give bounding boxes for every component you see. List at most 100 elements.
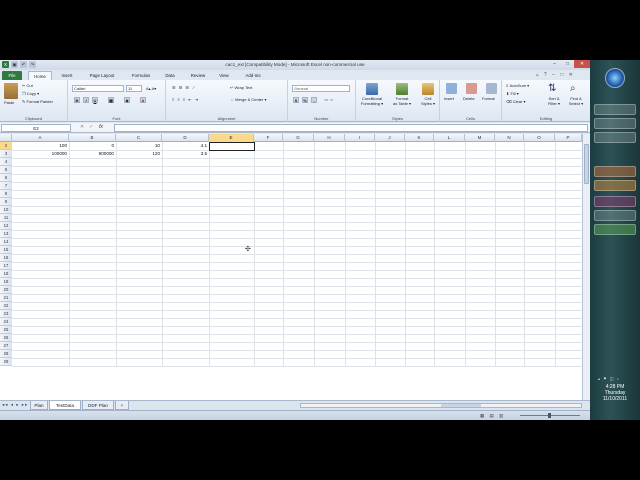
row-header[interactable]: 18	[0, 270, 12, 278]
sheet-tab-testdata[interactable]: TestData	[49, 401, 81, 410]
col-header-c[interactable]: C	[116, 134, 162, 142]
clear-button[interactable]: ⌫ Clear ▾	[506, 99, 525, 104]
cell-b2[interactable]: 0	[69, 142, 116, 150]
horizontal-scrollbar[interactable]	[300, 403, 582, 408]
tab-view[interactable]: View	[214, 71, 234, 80]
name-box[interactable]: E2	[1, 124, 71, 132]
cell-d3[interactable]: 3.5	[162, 150, 209, 158]
row-header[interactable]: 25	[0, 326, 12, 334]
row-header[interactable]: 17	[0, 262, 12, 270]
cell-b3[interactable]: 900000	[69, 150, 116, 158]
tab-formulas[interactable]: Formulas	[126, 71, 156, 80]
paste-button[interactable]: Paste	[4, 100, 14, 105]
cell-styles-button[interactable]: Cell Styles ▾	[416, 96, 440, 106]
row-header[interactable]: 4	[0, 158, 12, 166]
taskbar-item[interactable]	[594, 196, 636, 207]
col-header-a[interactable]: A	[12, 134, 69, 142]
taskbar-excel-icon[interactable]	[594, 224, 636, 235]
grow-shrink-font-icon[interactable]: A▴ A▾	[146, 86, 156, 91]
worksheet-grid[interactable]: A B C D E F G H I J K L M N O P 2 3 4 5 …	[0, 134, 582, 420]
font-size-select[interactable]: 11	[126, 85, 142, 92]
number-format-select[interactable]: General	[292, 85, 350, 92]
system-clock[interactable]: 4:28 PM Thursday 11/10/2011	[590, 384, 640, 402]
paste-icon[interactable]	[4, 83, 18, 99]
col-header-b[interactable]: B	[69, 134, 116, 142]
scroll-thumb[interactable]	[584, 144, 589, 184]
row-header[interactable]: 14	[0, 238, 12, 246]
row-header[interactable]: 15	[0, 246, 12, 254]
taskbar-item[interactable]	[594, 118, 636, 129]
row-header[interactable]: 6	[0, 174, 12, 182]
underline-button[interactable]: U	[92, 97, 98, 103]
vertical-scrollbar[interactable]	[582, 134, 590, 420]
taskbar-item[interactable]	[594, 104, 636, 115]
help-icon[interactable]: ▵ ? – □ ✕	[536, 72, 575, 78]
active-cell-e2[interactable]	[209, 142, 255, 151]
col-header-m[interactable]: M	[465, 134, 495, 142]
insert-function-icon[interactable]: fx	[99, 124, 103, 130]
cut-button[interactable]: ✂ Cut	[22, 83, 33, 88]
row-header[interactable]: 9	[0, 198, 12, 206]
col-header-l[interactable]: L	[434, 134, 465, 142]
new-sheet-icon[interactable]: ✧	[115, 401, 129, 410]
row-header[interactable]: 5	[0, 166, 12, 174]
row-header[interactable]: 27	[0, 342, 12, 350]
wrap-text-button[interactable]: ↵ Wrap Text	[230, 85, 252, 90]
font-name-select[interactable]: Calibri	[72, 85, 124, 92]
tab-insert[interactable]: Insert	[56, 71, 78, 80]
copy-button[interactable]: ❐ Copy ▾	[22, 91, 39, 96]
row-header[interactable]: 2	[0, 142, 12, 150]
decimal-icons[interactable]: ⁺⁰ ⁻⁰	[324, 98, 333, 103]
row-header[interactable]: 8	[0, 190, 12, 198]
minimize-button[interactable]: –	[548, 60, 561, 68]
find-select-button[interactable]: Find & Select ▾	[565, 96, 587, 106]
row-header[interactable]: 21	[0, 294, 12, 302]
col-header-h[interactable]: H	[314, 134, 345, 142]
font-color-icon[interactable]: A	[140, 97, 146, 103]
sheet-tab-ddf-plan[interactable]: DDF Plan	[82, 401, 114, 410]
row-header[interactable]: 28	[0, 350, 12, 358]
fill-color-icon[interactable]: ◈	[124, 97, 130, 103]
format-as-table-button[interactable]: Format as Table ▾	[388, 96, 416, 106]
row-header[interactable]: 13	[0, 230, 12, 238]
col-header-o[interactable]: O	[524, 134, 555, 142]
h-scroll-thumb[interactable]	[441, 404, 481, 407]
start-button-icon[interactable]	[605, 68, 625, 88]
row-header[interactable]: 22	[0, 302, 12, 310]
col-header-g[interactable]: G	[283, 134, 314, 142]
italic-button[interactable]: I	[83, 97, 89, 103]
sheet-nav-icons[interactable]: ◂◂ ◂ ▸ ▸▸	[2, 402, 28, 408]
select-all-corner[interactable]	[0, 134, 12, 142]
col-header-i[interactable]: I	[345, 134, 375, 142]
row-header[interactable]: 10	[0, 206, 12, 214]
row-header[interactable]: 23	[0, 310, 12, 318]
col-header-f[interactable]: F	[254, 134, 283, 142]
row-header[interactable]: 26	[0, 334, 12, 342]
borders-icon[interactable]: ▦	[108, 97, 114, 103]
comma-button[interactable]: ,	[311, 97, 317, 103]
autosum-button[interactable]: Σ AutoSum ▾	[506, 83, 529, 88]
formula-input[interactable]	[114, 124, 588, 132]
taskbar-item[interactable]	[594, 210, 636, 221]
bold-button[interactable]: B	[74, 97, 80, 103]
row-header[interactable]: 24	[0, 318, 12, 326]
taskbar-item[interactable]	[594, 132, 636, 143]
col-header-j[interactable]: J	[375, 134, 405, 142]
cell-c3[interactable]: 120	[116, 150, 162, 158]
row-header[interactable]: 16	[0, 254, 12, 262]
taskbar-item[interactable]	[594, 180, 636, 191]
row-header[interactable]: 11	[0, 214, 12, 222]
row-header[interactable]: 20	[0, 286, 12, 294]
conditional-formatting-button[interactable]: Conditional Formatting ▾	[358, 96, 386, 106]
close-button[interactable]: ✕	[574, 60, 590, 68]
cell-a3[interactable]: 100000	[12, 150, 69, 158]
taskbar-item[interactable]	[594, 166, 636, 177]
row-header[interactable]: 29	[0, 358, 12, 366]
row-header[interactable]: 19	[0, 278, 12, 286]
sort-filter-button[interactable]: Sort & Filter ▾	[544, 96, 564, 106]
row-header[interactable]: 12	[0, 222, 12, 230]
tab-review[interactable]: Review	[186, 71, 210, 80]
tab-add-ins[interactable]: Add-Ins	[240, 71, 266, 80]
tray-icons[interactable]: ▴ ⚑ ◫ ♪	[598, 376, 620, 381]
col-header-d[interactable]: D	[162, 134, 209, 142]
